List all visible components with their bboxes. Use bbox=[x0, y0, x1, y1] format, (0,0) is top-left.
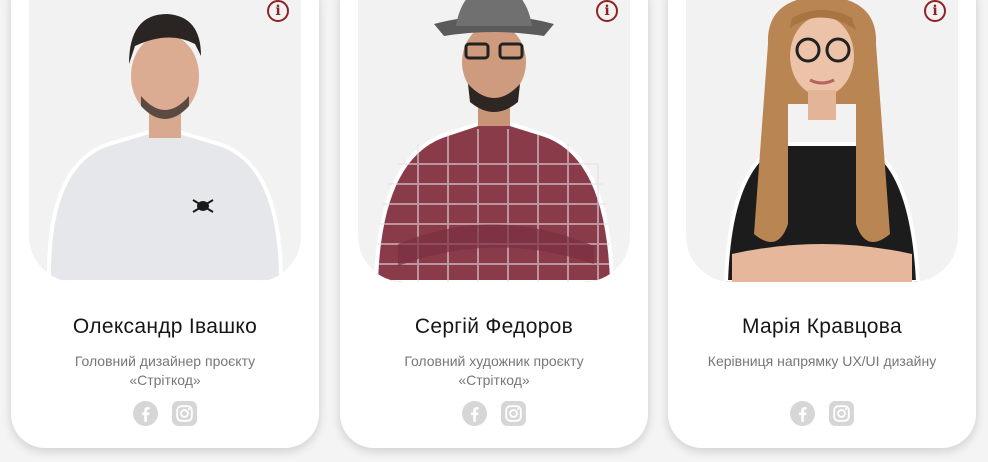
info-button[interactable]: i bbox=[924, 0, 946, 22]
team-card-3: i Марія Кравцова Керівниця напрямку UX/U… bbox=[668, 0, 976, 448]
person-photo bbox=[686, 0, 958, 282]
instagram-icon[interactable] bbox=[172, 401, 197, 426]
info-button[interactable]: i bbox=[596, 0, 618, 22]
instagram-icon[interactable] bbox=[829, 401, 854, 426]
member-role: Головний дизайнер проєкту «Стріткод» bbox=[74, 353, 256, 388]
person-photo bbox=[29, 0, 301, 282]
social-links bbox=[668, 401, 976, 426]
social-links bbox=[340, 401, 648, 426]
member-role: Керівниця напрямку UX/UI дизайну bbox=[707, 353, 937, 369]
team-card-1: i Олександр Івашко Головний дизайнер про… bbox=[11, 0, 319, 448]
member-role: Головний художник проєкту «Стріткод» bbox=[404, 353, 584, 388]
info-button[interactable]: i bbox=[267, 0, 289, 22]
facebook-icon[interactable] bbox=[790, 401, 815, 426]
facebook-icon[interactable] bbox=[133, 401, 158, 426]
person-photo bbox=[358, 0, 630, 282]
instagram-icon[interactable] bbox=[501, 401, 526, 426]
social-links bbox=[11, 401, 319, 426]
facebook-icon[interactable] bbox=[462, 401, 487, 426]
person-photo-icon bbox=[373, 0, 615, 282]
member-name: Сергій Федоров bbox=[414, 315, 574, 338]
member-name: Марія Кравцова bbox=[742, 315, 902, 338]
person-photo-icon bbox=[46, 14, 284, 282]
member-name: Олександр Івашко bbox=[72, 315, 258, 338]
team-card-2: i Сергій Федоров Головний художник проєк… bbox=[340, 0, 648, 448]
person-photo-icon bbox=[723, 0, 921, 282]
